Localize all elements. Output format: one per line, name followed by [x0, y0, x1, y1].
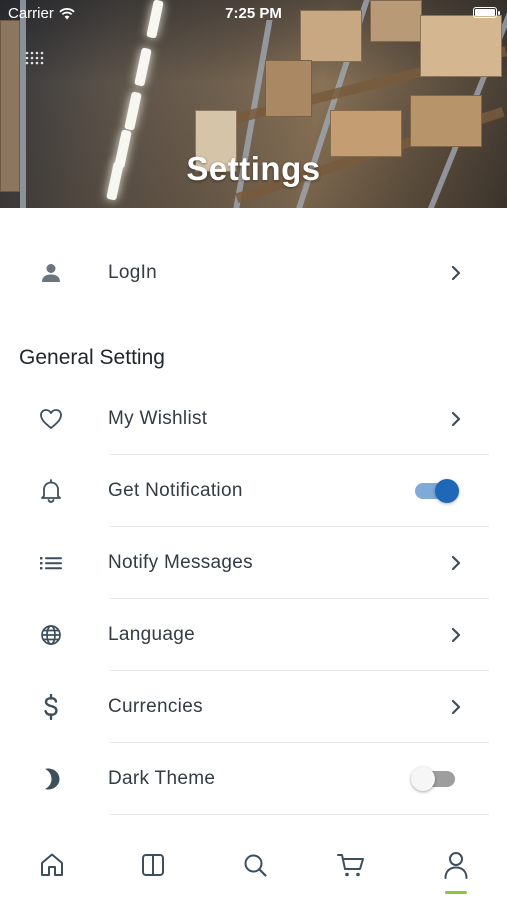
battery-icon [473, 7, 500, 18]
settings-row-label: My Wishlist [108, 408, 208, 429]
login-label: LogIn [108, 262, 158, 283]
bell-icon [36, 476, 66, 506]
moon-icon [36, 764, 66, 794]
active-tab-indicator [445, 891, 467, 894]
notification-toggle[interactable] [415, 479, 459, 503]
profile-icon[interactable] [439, 848, 473, 882]
login-row[interactable]: LogIn [0, 237, 507, 309]
settings-row-language[interactable]: Language [0, 599, 507, 671]
dot-grid-icon [25, 51, 44, 65]
globe-icon [36, 620, 66, 650]
settings-row-label: Notify Messages [108, 552, 253, 573]
clock: 7:25 PM [225, 5, 282, 22]
chevron-right-icon [451, 411, 461, 427]
settings-row-notification: Get Notification [0, 455, 507, 527]
section-title: General Setting [19, 346, 165, 369]
settings-row-dark-theme: Dark Theme [0, 743, 507, 815]
settings-row-label: Language [108, 624, 195, 645]
status-bar: Carrier 7:25 PM [0, 0, 507, 28]
settings-row-label: Currencies [108, 696, 203, 717]
list-icon [36, 548, 66, 578]
dark-theme-toggle[interactable] [411, 767, 455, 791]
home-icon[interactable] [35, 848, 69, 882]
categories-icon[interactable] [136, 848, 170, 882]
search-icon[interactable] [238, 848, 272, 882]
settings-row-wishlist[interactable]: My Wishlist [0, 383, 507, 455]
cart-icon[interactable] [334, 848, 368, 882]
settings-row-label: Get Notification [108, 480, 243, 501]
chevron-right-icon [451, 265, 461, 281]
settings-row-label: Dark Theme [108, 768, 216, 789]
chevron-right-icon [451, 627, 461, 643]
page-title: Settings [186, 150, 321, 187]
heart-icon [36, 404, 66, 434]
dollar-icon [36, 692, 66, 722]
chevron-right-icon [451, 699, 461, 715]
settings-row-currencies[interactable]: Currencies [0, 671, 507, 743]
settings-row-notify-messages[interactable]: Notify Messages [0, 527, 507, 599]
chevron-right-icon [451, 555, 461, 571]
person-icon [36, 258, 66, 288]
tab-bar [0, 830, 507, 900]
row-divider [110, 814, 489, 815]
